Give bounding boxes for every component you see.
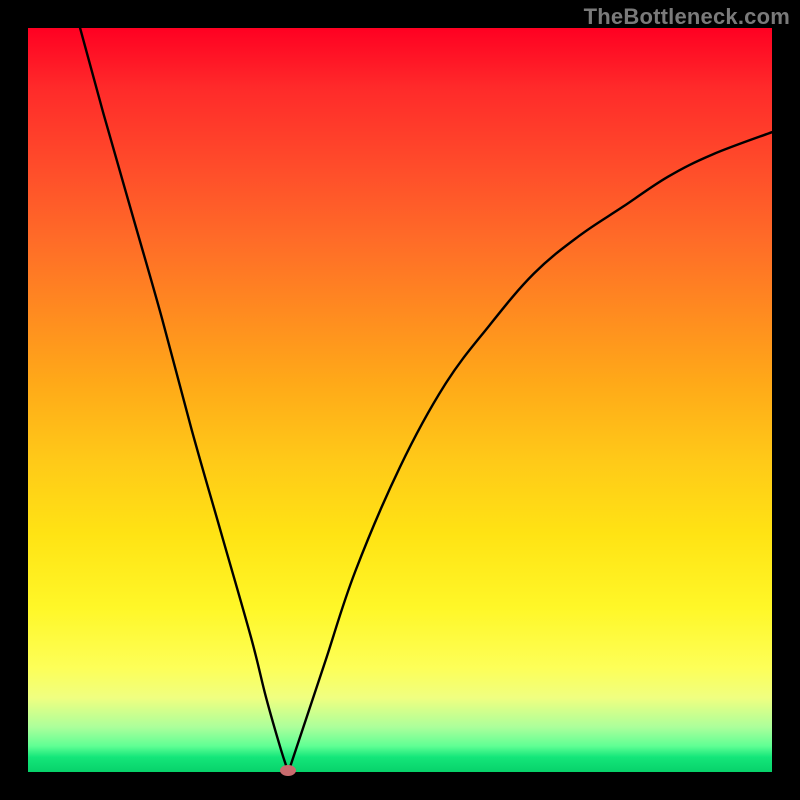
chart-container: TheBottleneck.com — [0, 0, 800, 800]
watermark-text: TheBottleneck.com — [584, 4, 790, 30]
curve-left-branch — [80, 28, 288, 772]
vertex-marker — [280, 765, 296, 776]
plot-area — [28, 28, 772, 772]
curve-svg — [28, 28, 772, 772]
curve-right-branch — [288, 132, 772, 772]
